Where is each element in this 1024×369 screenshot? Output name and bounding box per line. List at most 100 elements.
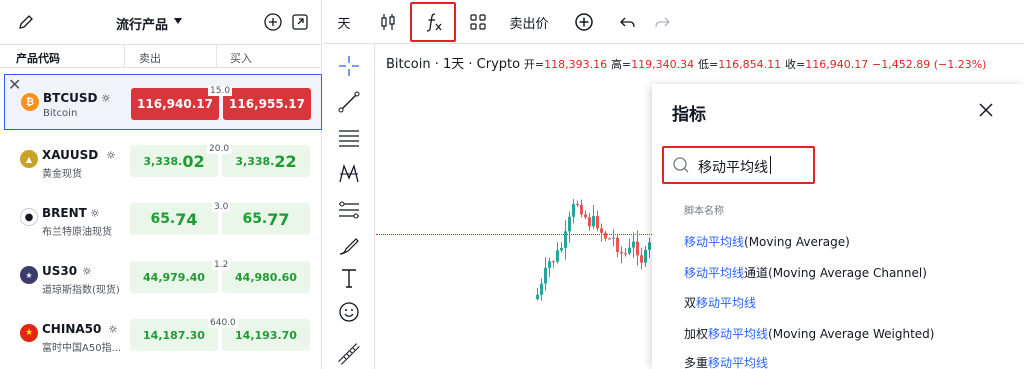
- sell-button[interactable]: 14,187. 30: [130, 319, 218, 351]
- bitcoin-icon: ₿: [21, 93, 39, 111]
- gold-icon: ▲: [20, 150, 38, 168]
- oil-drop-icon: ●: [20, 208, 38, 226]
- buy-button[interactable]: 44,980. 60: [222, 261, 310, 293]
- result-match: 移动平均线: [684, 266, 745, 280]
- indicator-result-item[interactable]: 加权移动平均线(Moving Average Weighted): [684, 325, 934, 342]
- close-icon[interactable]: ✕: [8, 75, 21, 94]
- bid-ask-button[interactable]: 卖出价: [501, 0, 557, 44]
- crosshair-icon[interactable]: [337, 54, 361, 78]
- market-open-icon: ☼: [90, 207, 100, 220]
- buy-price-pips: 77: [267, 209, 290, 229]
- watchlist-row-xauusd[interactable]: ▲ XAUUSD ☼ 黄金现货 3,338. 02 3,338. 22 20.0: [4, 132, 322, 188]
- undo-button[interactable]: [613, 0, 643, 44]
- pencil-icon[interactable]: [16, 12, 36, 32]
- high-label: 高=: [610, 58, 632, 71]
- candle-body: [584, 214, 587, 218]
- candle-body: [628, 247, 631, 254]
- spread-value: 15.0: [208, 86, 233, 96]
- layout-button[interactable]: [463, 0, 493, 44]
- candle-body: [540, 283, 543, 295]
- fx-icon: [426, 13, 442, 32]
- search-value: 移动平均线: [698, 160, 768, 176]
- add-compare-button[interactable]: [569, 0, 599, 44]
- buy-price-main: 44,980.: [235, 270, 282, 284]
- candle-body: [596, 216, 599, 229]
- candlestick-icon: [381, 14, 395, 30]
- chart-toolbar: 天 卖出价: [323, 0, 1024, 44]
- spread-value: 640.0: [208, 318, 238, 328]
- candle-body: [632, 241, 635, 248]
- ruler-icon[interactable]: [337, 342, 361, 366]
- sell-button[interactable]: 44,979. 40: [130, 261, 218, 293]
- candle-body: [560, 247, 563, 251]
- watchlist-column-header: 产品代码 卖出 买入: [0, 44, 322, 68]
- symbol-name: Bitcoin: [43, 108, 78, 119]
- bid-ask-label: 卖出价: [509, 16, 549, 32]
- candle-body: [576, 204, 579, 206]
- result-prefix: 加权: [684, 327, 709, 341]
- chart-type-button[interactable]: [373, 0, 403, 44]
- sell-price: 116,940.17: [137, 97, 213, 111]
- sell-button[interactable]: 116,940.17: [131, 88, 219, 120]
- result-suffix: (Moving Average Weighted): [768, 327, 935, 341]
- emoji-icon[interactable]: [337, 300, 361, 324]
- search-icon: [673, 157, 689, 173]
- column-symbol[interactable]: 产品代码: [16, 50, 60, 66]
- buy-button[interactable]: 65. 77: [222, 203, 310, 235]
- low-value: 116,854.11: [718, 58, 782, 71]
- watchlist-row-china50[interactable]: ★ CHINA50 ☼ 富时中国A50指... 14,187. 30 14,193…: [4, 306, 322, 362]
- watchlist-row-btcusd[interactable]: ✕ ₿ BTCUSD ☼ Bitcoin 116,940.17 116,955.…: [4, 74, 322, 130]
- brush-icon[interactable]: [337, 234, 361, 258]
- prediction-icon[interactable]: [337, 198, 361, 222]
- candle-body: [636, 241, 639, 256]
- symbol-name: 布兰特原油现货: [42, 227, 112, 238]
- expand-icon[interactable]: [290, 12, 310, 32]
- china-flag-icon: ★: [20, 324, 38, 342]
- trend-line-icon[interactable]: [337, 90, 361, 114]
- indicator-search-input[interactable]: 移动平均线: [662, 146, 815, 184]
- watchlist-row-us30[interactable]: ★ US30 ☼ 道琼斯指数(现货) 44,979. 40 44,980. 60 1…: [4, 248, 322, 304]
- indicator-result-item[interactable]: 移动平均线通道(Moving Average Channel): [684, 264, 927, 281]
- column-divider: [216, 45, 217, 67]
- chart-symbol: Bitcoin · 1天 · Crypto: [386, 57, 521, 72]
- symbol-name: 道琼斯指数(现货): [42, 285, 120, 296]
- spread-value: 1.2: [212, 260, 231, 270]
- column-sell[interactable]: 卖出: [139, 50, 161, 66]
- buy-price-main: 3,338.: [235, 154, 275, 168]
- undo-icon: [620, 17, 635, 28]
- trading-app: 流行产品 产品代码 卖出 买入 ✕ ₿ BTCUSD ☼ Bitcoin 116…: [0, 0, 1024, 369]
- watchlist-row-brent[interactable]: ● BRENT ☼ 布兰特原油现货 65. 74 65. 77 3.0: [4, 190, 322, 246]
- result-match: 移动平均线: [696, 296, 757, 310]
- column-buy[interactable]: 买入: [230, 50, 252, 66]
- sell-button[interactable]: 3,338. 02: [130, 145, 218, 177]
- sell-button[interactable]: 65. 74: [130, 203, 218, 235]
- watchlist-title[interactable]: 流行产品: [116, 14, 168, 33]
- column-divider: [124, 45, 125, 67]
- text-tool-icon[interactable]: [337, 266, 361, 290]
- indicators-button[interactable]: [419, 0, 449, 44]
- fib-retracement-icon[interactable]: [337, 126, 361, 150]
- high-value: 119,340.34: [631, 58, 695, 71]
- indicator-result-item[interactable]: 多重移动平均线: [684, 354, 768, 369]
- chevron-down-icon[interactable]: [174, 18, 182, 24]
- candle-body: [600, 228, 603, 233]
- candle-body: [620, 251, 623, 254]
- symbol-label: XAUUSD: [42, 148, 99, 162]
- indicator-result-item[interactable]: 移动平均线(Moving Average): [684, 233, 850, 250]
- indicator-result-item[interactable]: 双移动平均线: [684, 294, 756, 311]
- close-value: 116,940.17: [805, 58, 869, 71]
- close-icon[interactable]: [976, 100, 996, 120]
- redo-button[interactable]: [647, 0, 677, 44]
- buy-button[interactable]: 116,955.17: [223, 88, 311, 120]
- symbol-label: CHINA50: [42, 322, 102, 336]
- buy-button[interactable]: 3,338. 22: [222, 145, 310, 177]
- sell-price-pips: 40: [189, 270, 205, 284]
- add-symbol-icon[interactable]: [263, 12, 283, 32]
- pattern-icon[interactable]: [337, 162, 361, 186]
- change-value: −1,452.89 (−1.23%): [872, 58, 987, 71]
- symbol-label: BTCUSD: [43, 91, 98, 105]
- sell-price-main: 44,979.: [143, 270, 190, 284]
- candle-body: [564, 231, 567, 248]
- candle-body: [648, 242, 651, 250]
- interval-button[interactable]: 天: [329, 0, 359, 44]
